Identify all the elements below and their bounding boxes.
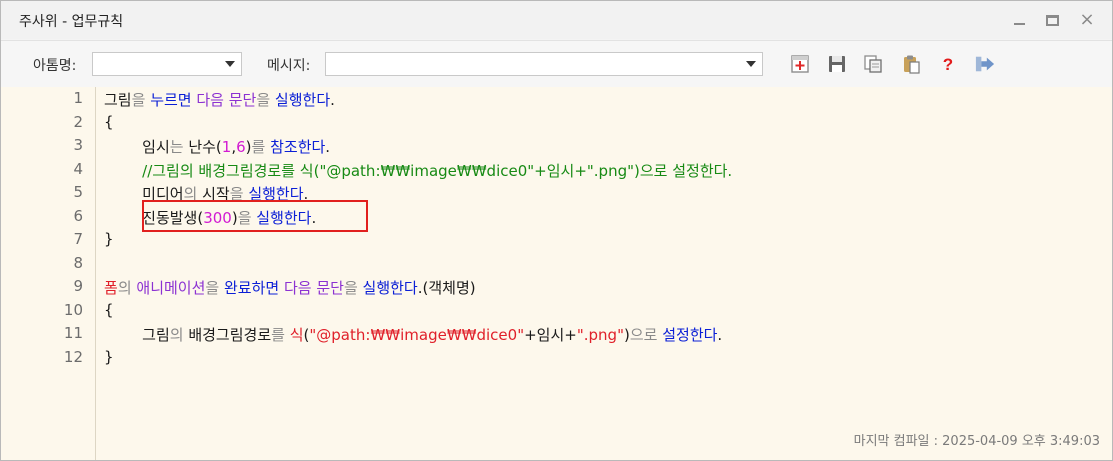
code-line[interactable]: 그림의 배경그림경로를 식("@path:₩₩image₩₩dice0"+임시+… (104, 324, 722, 345)
new-icon[interactable] (790, 54, 810, 74)
code-token: . (717, 326, 723, 344)
code-token: 다음 문단 (283, 279, 344, 297)
code-token: 의 (117, 279, 137, 297)
code-line[interactable]: } (104, 230, 114, 248)
line-number: 9 (73, 277, 83, 295)
code-token: 는 (169, 138, 189, 156)
help-icon[interactable]: ? (938, 54, 958, 74)
code-token: { (104, 112, 114, 131)
chevron-down-icon (746, 61, 756, 67)
code-token: 를 (271, 326, 290, 344)
code-editor[interactable]: 1 2 3 4 5 6 7 8 9 10 11 12 그림을 누르면 다음 문단을 실행한다.{ 임시… (1, 87, 1112, 460)
code-token: . (325, 138, 331, 156)
line-number: 11 (63, 324, 83, 342)
line-number: 4 (73, 159, 83, 178)
atom-name-select[interactable] (92, 52, 242, 76)
svg-text:?: ? (943, 55, 953, 74)
save-icon[interactable] (827, 54, 847, 74)
code-token: 1 (221, 138, 232, 156)
minimize-icon (1013, 22, 1025, 25)
code-token: 폼 (104, 279, 118, 297)
copy-icon[interactable] (863, 54, 883, 74)
code-token: 를 (251, 138, 271, 156)
paste-icon[interactable] (901, 54, 921, 74)
code-token: 누르면 (150, 91, 192, 109)
code-line[interactable]: { (104, 113, 114, 131)
close-button[interactable]: × (1076, 9, 1098, 31)
line-number: 7 (73, 230, 83, 248)
code-token: 을 (256, 91, 275, 109)
code-line[interactable]: } (104, 348, 114, 366)
rule-editor-window: 주사위 - 업무규칙 × 아톰명: 메시지: ? 1 2 3 4 5 6 7 8… (0, 0, 1113, 461)
code-token: +임시+ (524, 326, 577, 344)
minimize-button[interactable] (1008, 9, 1030, 31)
code-token: 을 (205, 279, 224, 297)
line-number: 2 (73, 112, 83, 131)
code-token: 그림 (104, 326, 170, 344)
code-line[interactable]: 임시는 난수(1,6)를 참조한다. (104, 136, 330, 157)
code-line[interactable]: { (104, 301, 114, 319)
code-token: } (104, 230, 114, 248)
exit-icon[interactable] (975, 54, 995, 74)
maximize-icon (1045, 15, 1059, 26)
code-token: 애니메이션 (136, 279, 206, 297)
code-token: 참조한다 (270, 138, 326, 156)
code-token: 을 (343, 279, 363, 297)
line-number: 3 (73, 136, 83, 154)
line-number: 1 (73, 89, 83, 107)
line-number-gutter: 1 2 3 4 5 6 7 8 9 10 11 12 (1, 87, 96, 460)
code-token: .(객체명) (417, 279, 476, 297)
code-token: "@path:₩₩image₩₩dice0" (309, 326, 525, 344)
chevron-down-icon (225, 61, 235, 67)
message-label: 메시지: (267, 58, 311, 74)
code-token: 으로 (629, 326, 663, 344)
code-token: 난수( (188, 138, 222, 156)
code-token: //그림의 배경그림경로를 식("@path:₩₩image₩₩dice0"+임… (104, 161, 733, 180)
status-text: 마지막 컴파일 : 2025-04-09 오후 3:49:03 (853, 434, 1100, 449)
toolbar: 아톰명: 메시지: ? (1, 40, 1112, 88)
line-number: 12 (63, 347, 83, 366)
code-token: 설정한다 (662, 326, 718, 344)
code-line[interactable]: //그림의 배경그림경로를 식("@path:₩₩image₩₩dice0"+임… (104, 160, 732, 181)
code-token: 임시 (104, 138, 170, 156)
line-number: 8 (73, 253, 83, 272)
code-line[interactable]: 그림을 누르면 다음 문단을 실행한다. (104, 89, 335, 110)
window-title: 주사위 - 업무규칙 (19, 14, 124, 30)
code-token: { (104, 300, 114, 319)
code-token: 6 (236, 138, 246, 156)
code-token: 실행한다 (274, 91, 331, 109)
line-number: 6 (73, 206, 83, 225)
code-token: 을 (131, 91, 151, 109)
code-token: 다음 문단 (196, 91, 257, 109)
code-token: } (104, 347, 114, 366)
maximize-button[interactable] (1041, 9, 1063, 31)
code-token: ".png" (576, 326, 624, 344)
highlight-box (142, 200, 368, 232)
atom-name-label: 아톰명: (33, 58, 77, 74)
line-number: 5 (73, 183, 83, 201)
code-token: 그림 (104, 91, 132, 109)
code-token: 실행한다 (362, 279, 418, 297)
message-select[interactable] (325, 52, 763, 76)
code-token: 식 (289, 326, 304, 344)
close-icon: × (1079, 9, 1095, 30)
code-token: 의 (169, 326, 189, 344)
title-bar[interactable]: 주사위 - 업무규칙 × (1, 1, 1112, 39)
code-token: 완료하면 (223, 279, 280, 297)
line-number: 10 (63, 300, 83, 319)
code-token: . (330, 91, 335, 109)
code-token: 배경그림경로 (188, 326, 272, 344)
code-line[interactable]: 폼의 애니메이션을 완료하면 다음 문단을 실행한다.(객체명) (104, 277, 476, 298)
